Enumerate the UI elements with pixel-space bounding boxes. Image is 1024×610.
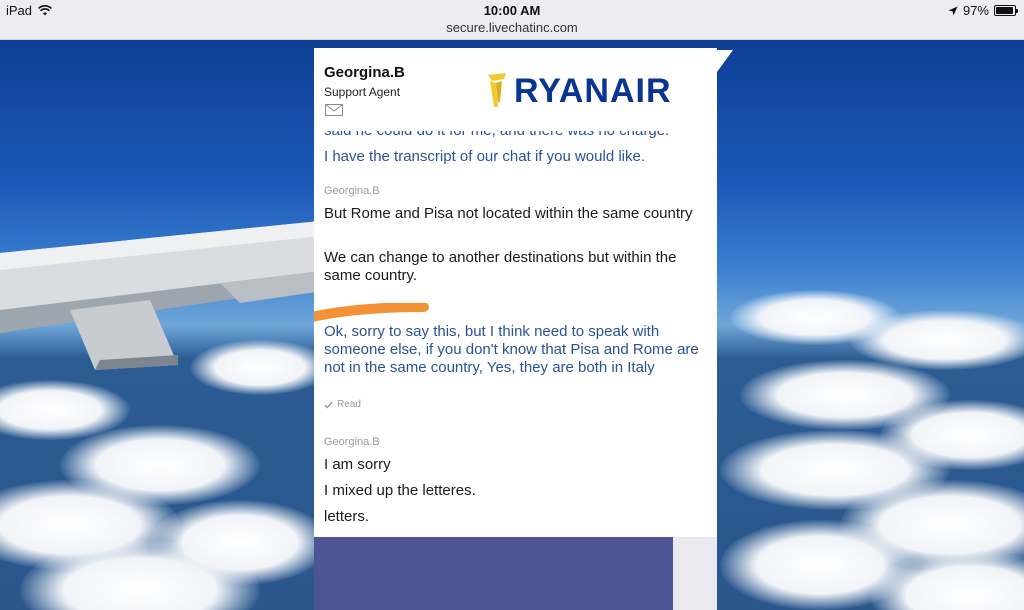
- logo-text: RYANAIR: [514, 71, 672, 110]
- visitor-message: I have the transcript of our chat if you…: [324, 148, 645, 165]
- visitor-message: Ok, sorry to say this, but I think need …: [324, 323, 699, 376]
- chat-header: Georgina.B Support Agent RYANAIR: [314, 48, 717, 128]
- agent-role: Support Agent: [324, 85, 401, 99]
- ryanair-logo: RYANAIR: [484, 68, 698, 114]
- redaction-scribble: [314, 303, 429, 322]
- read-label: Read: [337, 399, 361, 410]
- sender-name: Georgina.B: [324, 185, 380, 197]
- check-icon: [324, 401, 333, 409]
- mail-icon[interactable]: [325, 104, 343, 116]
- read-receipt: Read: [324, 399, 361, 410]
- sender-name: Georgina.B: [324, 436, 380, 448]
- battery-percent: 97%: [962, 3, 989, 18]
- url-bar[interactable]: secure.livechatinc.com: [0, 20, 1024, 35]
- status-bar: iPad 10:00 AM secure.livechatinc.com 97%: [0, 0, 1024, 40]
- agent-message: I am sorry: [324, 456, 391, 473]
- battery-level: [996, 7, 1014, 14]
- agent-message: letters.: [324, 508, 370, 525]
- chat-footer-side: [673, 537, 717, 610]
- agent-message: I mixed up the letteres.: [324, 482, 476, 499]
- location-arrow-icon: [948, 6, 958, 15]
- harp-icon: [488, 73, 506, 107]
- panel-corner: [717, 50, 733, 72]
- agent-message: We can change to another destinations bu…: [324, 249, 677, 284]
- clock: 10:00 AM: [483, 3, 541, 18]
- chat-input-area[interactable]: [314, 537, 673, 610]
- battery-icon: [994, 5, 1018, 16]
- agent-name: Georgina.B: [324, 64, 405, 81]
- chat-window: Georgina.B Support Agent RYANAIR said he…: [314, 48, 717, 610]
- status-right: 97%: [948, 3, 1018, 18]
- cloud: [190, 340, 330, 395]
- agent-message: But Rome and Pisa not located within the…: [324, 205, 693, 222]
